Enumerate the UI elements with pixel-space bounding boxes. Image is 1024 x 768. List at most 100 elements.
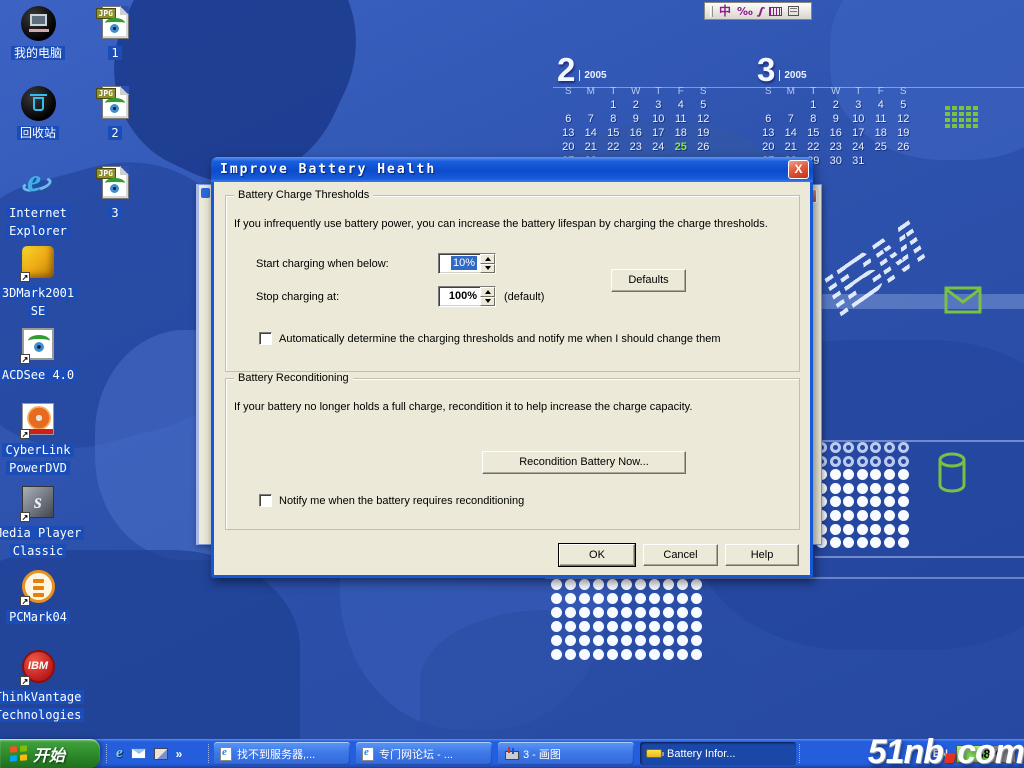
watermark-dot [944,753,956,763]
calendar-day [870,155,893,167]
ime-brush-icon[interactable]: ʃ [757,4,765,18]
recondition-battery-button[interactable]: Recondition Battery Now... [482,451,686,474]
calendar-day: 5 [892,99,915,111]
auto-thresholds-checkbox-label[interactable]: Automatically determine the charging thr… [279,333,720,345]
desktop-icon-jpg-3[interactable]: JPG3 [65,166,165,222]
close-icon[interactable]: X [788,160,809,179]
envelope-icon [944,286,982,314]
notify-reconditioning-checkbox[interactable] [259,494,272,507]
jpg-file-icon: JPG [97,6,133,42]
auto-thresholds-checkbox[interactable] [259,332,272,345]
calendar-day: 16 [825,127,848,139]
notify-reconditioning-checkbox-label[interactable]: Notify me when the battery requires reco… [279,495,524,507]
ime-menu-icon[interactable] [788,6,799,16]
quick-launch-ie-icon[interactable]: e [116,745,123,762]
ime-keyboard-icon[interactable] [769,7,782,16]
calendar-day [757,99,780,111]
calendar-day-header: T [602,86,625,97]
calendar-day: 1 [802,99,825,111]
stop-charging-spinner[interactable]: 100% [438,286,496,307]
desktop: IBM 22005SMTWTFS123456789101112131415161… [0,0,1024,768]
spin-up-icon[interactable] [480,254,495,264]
spin-down-icon[interactable] [480,297,495,307]
taskbar-task-2[interactable]: e专门网论坛 - ... [356,742,492,765]
calendar-day-header: T [647,86,670,97]
calendar-day-header: S [557,86,580,97]
calendar-day: 4 [670,99,693,111]
calendar-day: 3 [847,99,870,111]
taskbar-task-3[interactable]: 3 - 画图 [498,742,634,765]
taskbar-separator [106,744,109,763]
desktop-icon-mpc[interactable]: s↗Media Player Classic [0,486,88,560]
taskbar-task-1[interactable]: e找不到服务器,... [214,742,350,765]
desktop-icon-jpg-1[interactable]: JPG1 [65,6,165,62]
calendar-day: 18 [870,127,893,139]
desktop-icon-acdsee[interactable]: ↗ACDSee 4.0 [0,328,88,384]
quick-launch-mail-icon[interactable] [131,748,146,759]
calendar-day: 8 [602,113,625,125]
dialog-body: Battery Charge Thresholds If you infrequ… [214,182,810,575]
icon-label-wrap: ThinkVantage Technologies [0,688,86,724]
calendar-day-header: T [802,86,825,97]
taskbar-task-4[interactable]: Battery Infor... [640,742,796,765]
desktop-icon-thinkvantage[interactable]: IBM↗ThinkVantage Technologies [0,650,88,724]
calendar-day: 5 [692,99,715,111]
defaults-button[interactable]: Defaults [611,269,686,292]
jpg-file-icon: JPG [97,86,133,122]
task-label: 专门网论坛 - ... [379,746,453,762]
jpg-file-icon: JPG [97,166,133,202]
51nb-watermark: 51nb com [868,733,1024,768]
calendar-day-header: M [580,86,603,97]
ime-grip[interactable] [710,6,713,17]
icon-label-wrap: 3DMark2001 SE [0,284,86,320]
calendar-day-header: W [625,86,648,97]
icon-label-wrap: 回收站 [17,124,59,142]
calendar-day: 17 [647,127,670,139]
desktop-icon-jpg-2[interactable]: JPG 2 [65,86,165,142]
desktop-icon-powerdvd[interactable]: ↗CyberLink PowerDVD [0,403,88,477]
dialog-titlebar[interactable]: Improve Battery Health X [211,157,813,182]
calendar-month-header: 22005 [557,55,725,85]
show-desktop-icon[interactable] [154,748,168,760]
mpc-icon: s↗ [20,486,56,522]
watermark-site: 51nb [868,733,943,768]
start-charging-spinner[interactable]: 10% [438,253,496,274]
ime-punctuation-icon[interactable]: ‰ [737,5,753,18]
desktop-icon-3dmark2001[interactable]: ↗3DMark2001 SE [0,246,88,320]
ime-language-bar[interactable]: 中 ‰ ʃ [704,2,812,20]
calendar-day: 24 [847,141,870,153]
calendar-day: 19 [692,127,715,139]
calendar-day: 15 [802,127,825,139]
ime-chinese-mode-icon[interactable]: 中 [719,5,731,17]
calendar-day-header: T [847,86,870,97]
calendar-day: 18 [670,127,693,139]
icon-label: PCMark04 [6,610,70,624]
calendar-day: 12 [892,113,915,125]
stop-charging-value[interactable]: 100% [439,287,480,306]
start-button[interactable]: 开始 [0,739,100,768]
icon-label-wrap: PCMark04 [6,608,70,626]
quick-launch-overflow-chevron[interactable]: » [176,747,183,761]
spin-down-icon[interactable] [480,264,495,274]
calendar-day: 4 [870,99,893,111]
3dmark2001-icon: ↗ [20,246,56,282]
calendar-day: 30 [825,155,848,167]
battery-information-window-icon [201,188,210,198]
start-charging-value[interactable]: 10% [439,254,480,273]
ok-button[interactable]: OK [559,544,635,566]
cancel-button[interactable]: Cancel [643,544,718,566]
calendar-year: 2005 [779,70,806,81]
taskbar-separator [799,744,802,763]
desktop-icon-pcmark[interactable]: ↗PCMark04 [0,570,88,626]
calendar-day: 13 [757,127,780,139]
calendar-month-number: 3 [757,55,775,85]
thresholds-description: If you infrequently use battery power, y… [234,218,768,230]
icon-label-wrap: Media Player Classic [0,524,86,560]
spin-up-icon[interactable] [480,287,495,297]
icon-label-wrap: 2 [108,124,121,142]
task-label: 找不到服务器,... [237,746,315,762]
help-button[interactable]: Help [725,544,799,566]
calendar-grid: SMTWTFS123456789101112131415161718192021… [757,86,925,167]
dot-pattern-right [816,442,911,551]
calendar-month-number: 2 [557,55,575,85]
